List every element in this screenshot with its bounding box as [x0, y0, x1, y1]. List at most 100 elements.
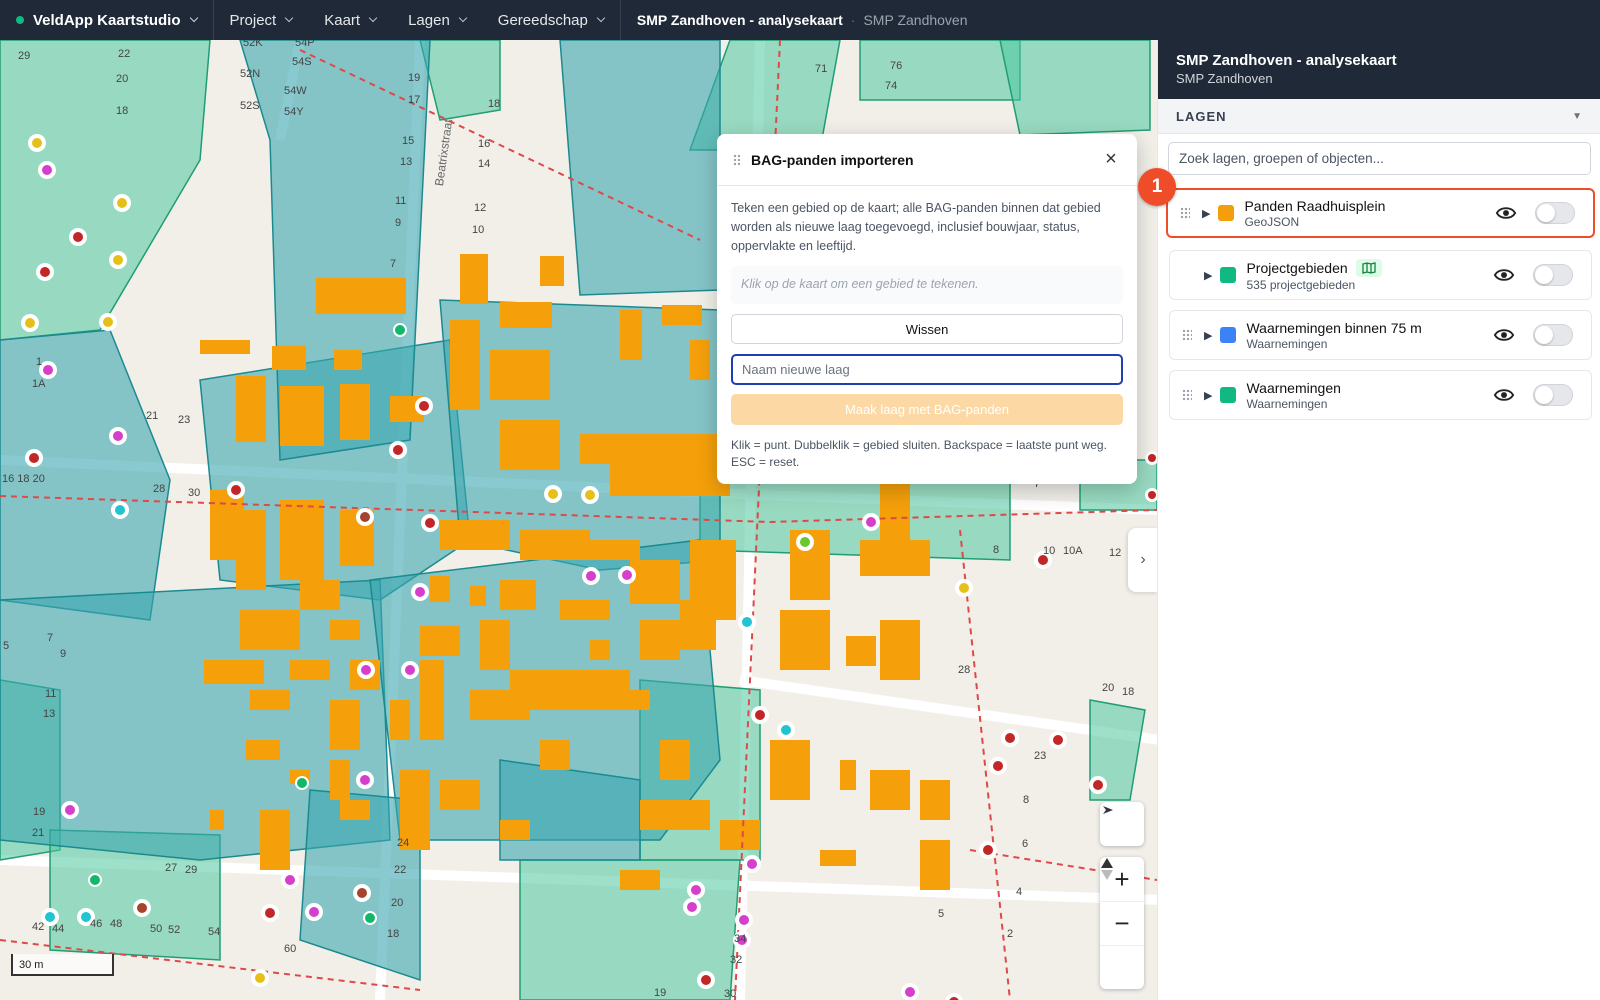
- layer-name: Waarnemingen: [1246, 379, 1341, 396]
- map-house-number: 10: [1043, 545, 1056, 557]
- chevron-right-icon: ›: [1140, 551, 1146, 568]
- layer-meta: 535 projectgebieden: [1246, 277, 1356, 292]
- map-house-number: 8: [1023, 794, 1030, 806]
- map-house-number: 54: [208, 926, 221, 938]
- map-canvas[interactable]: 29 22 20 18 52K 54P 54S 52N 19 17 52S 54…: [0, 40, 1157, 1000]
- sidebar-collapse-toggle[interactable]: ›: [1128, 528, 1157, 592]
- layer-name-row: Projectgebieden: [1246, 258, 1493, 277]
- dialog-title: BAG-panden importeren: [751, 151, 914, 168]
- map-house-number: 9: [395, 217, 402, 229]
- app-brand-menu[interactable]: VeldApp Kaartstudio: [0, 0, 214, 40]
- layer-name: Projectgebieden: [1246, 259, 1348, 276]
- close-icon[interactable]: ×: [1101, 148, 1121, 171]
- breadcrumb: SMP Zandhoven - analysekaart · SMP Zandh…: [621, 12, 984, 28]
- layer-visibility-toggle[interactable]: [1533, 324, 1573, 346]
- map-house-number: 29: [185, 864, 198, 876]
- map-house-number: 18: [387, 928, 400, 940]
- map-house-number: 18: [1122, 686, 1135, 698]
- layer-item-panden-raadhuisplein[interactable]: ▶ Panden Raadhuisplein GeoJSON: [1166, 188, 1595, 238]
- map-badge: [1355, 258, 1382, 277]
- map-house-number: 4: [1016, 886, 1023, 898]
- map-house-number: 1: [36, 356, 43, 368]
- map-house-number: 27: [165, 862, 178, 874]
- map-house-number: 76: [890, 60, 903, 72]
- expand-caret-icon[interactable]: ▶: [1204, 269, 1212, 282]
- dialog-instructions: Klik = punt. Dubbelklik = gebied sluiten…: [731, 438, 1107, 469]
- clear-button[interactable]: Wissen: [731, 314, 1123, 344]
- map-house-number: 2: [1007, 928, 1014, 940]
- eye-icon[interactable]: [1493, 384, 1515, 406]
- map-house-number: 74: [885, 80, 898, 92]
- expand-caret-icon[interactable]: ▶: [1204, 329, 1212, 342]
- map-house-number: 9: [60, 648, 67, 660]
- menu-gereedschap-label: Gereedschap: [497, 11, 588, 29]
- map-house-number: 52: [168, 924, 181, 936]
- dialog-description: Teken een gebied op de kaart; alle BAG-p…: [731, 201, 1101, 253]
- step-marker-badge: 1: [1138, 168, 1176, 206]
- locate-button[interactable]: [1100, 802, 1144, 846]
- map-house-number: 54S: [292, 56, 312, 68]
- layer-item-waarnemingen-75m[interactable]: ▶ Waarnemingen binnen 75 m Waarnemingen: [1169, 310, 1592, 360]
- layer-name: Panden Raadhuisplein: [1244, 197, 1386, 214]
- map-house-number: 30: [724, 988, 737, 1000]
- menu-lagen[interactable]: Lagen: [392, 0, 482, 40]
- drag-handle-icon[interactable]: [1182, 389, 1192, 401]
- eye-icon[interactable]: [1493, 264, 1515, 286]
- map-house-number: 7: [390, 258, 397, 270]
- create-layer-button[interactable]: Maak laag met BAG-panden: [731, 394, 1123, 425]
- layer-name: Waarnemingen binnen 75 m: [1246, 319, 1422, 336]
- menu-lagen-label: Lagen: [408, 11, 450, 29]
- locate-control[interactable]: [1100, 802, 1144, 846]
- layer-visibility-toggle[interactable]: [1533, 384, 1573, 406]
- menu-gereedschap[interactable]: Gereedschap: [482, 0, 620, 40]
- layer-text: Waarnemingen Waarnemingen: [1246, 380, 1493, 411]
- scale-label: 30 m: [19, 959, 44, 971]
- chevron-down-icon: [189, 13, 198, 23]
- layer-item-projectgebieden[interactable]: ▶ Projectgebieden 535 projectgebieden: [1169, 250, 1592, 300]
- eye-icon[interactable]: [1493, 324, 1515, 346]
- map-house-number: 21: [146, 410, 159, 422]
- map-house-number: 19: [408, 72, 421, 84]
- chevron-down-icon: [596, 13, 606, 23]
- map-house-number: 18: [116, 105, 129, 117]
- map-house-number: 5: [938, 908, 945, 920]
- map-house-number: 20: [391, 897, 404, 909]
- chevron-down-icon: [284, 13, 294, 23]
- map-house-number: 54Y: [284, 106, 304, 118]
- zoom-out-button[interactable]: −: [1100, 901, 1144, 945]
- map-house-number: 44: [52, 923, 65, 935]
- map-house-number: 50: [150, 923, 163, 935]
- compass-icon: [1103, 806, 1113, 814]
- eye-icon[interactable]: [1495, 202, 1517, 224]
- layer-search-input[interactable]: [1168, 142, 1591, 175]
- menu-kaart-label: Kaart: [324, 11, 361, 29]
- caret-down-icon[interactable]: ▼: [1572, 111, 1582, 122]
- zoom-control: + −: [1100, 857, 1144, 989]
- map-house-number: 24: [397, 837, 410, 849]
- menu-kaart[interactable]: Kaart: [308, 0, 392, 40]
- breadcrumb-subproject: SMP Zandhoven: [863, 12, 968, 28]
- layer-item-waarnemingen[interactable]: ▶ Waarnemingen Waarnemingen: [1169, 370, 1592, 420]
- layer-text: Panden Raadhuisplein GeoJSON: [1244, 198, 1495, 229]
- layer-name-input[interactable]: [731, 354, 1123, 385]
- drag-handle-icon[interactable]: [733, 153, 741, 166]
- map-house-number: 11: [45, 688, 57, 700]
- sidebar-title: SMP Zandhoven - analysekaart: [1176, 52, 1397, 69]
- menu-project[interactable]: Project: [214, 0, 309, 40]
- map-house-number: 52S: [240, 100, 260, 112]
- map-house-number: 6: [1022, 838, 1029, 850]
- expand-caret-icon[interactable]: ▶: [1204, 389, 1212, 402]
- layer-color-swatch: [1220, 387, 1237, 403]
- map-house-number: 54P: [295, 40, 315, 49]
- expand-caret-icon[interactable]: ▶: [1202, 207, 1210, 220]
- sidebar-header: SMP Zandhoven - analysekaart SMP Zandhov…: [1158, 40, 1600, 99]
- layer-visibility-toggle[interactable]: [1533, 264, 1573, 286]
- dialog-header[interactable]: BAG-panden importeren ×: [717, 134, 1137, 186]
- layers-section-header[interactable]: LAGEN ▼: [1158, 99, 1600, 134]
- chevron-down-icon: [368, 13, 378, 23]
- drag-handle-icon[interactable]: [1182, 329, 1192, 341]
- layer-visibility-toggle[interactable]: [1535, 202, 1575, 224]
- drag-handle-icon[interactable]: [1180, 207, 1190, 219]
- map-house-number: 12: [474, 202, 487, 214]
- reset-north-button[interactable]: [1100, 858, 1144, 989]
